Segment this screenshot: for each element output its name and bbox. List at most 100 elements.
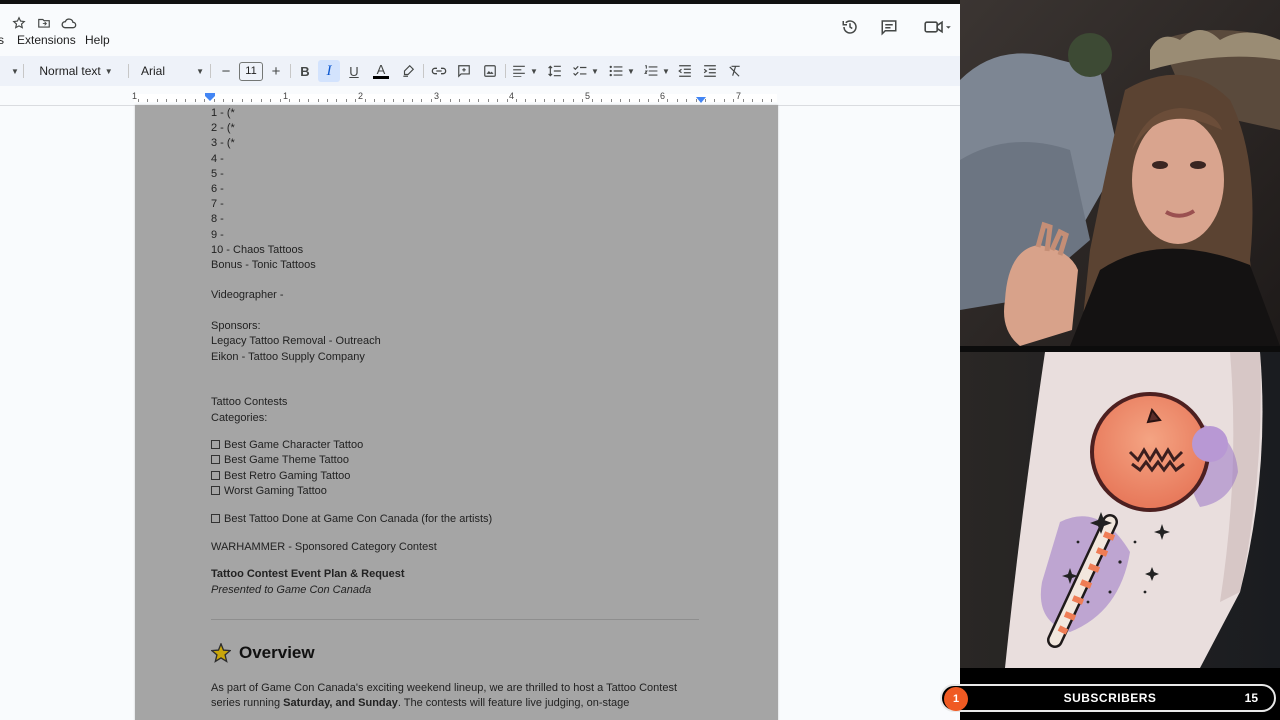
webcam-feed [960, 0, 1280, 346]
checkbox[interactable] [211, 455, 220, 464]
ruler-tick [336, 99, 337, 102]
ruler-tick [573, 99, 574, 102]
comment-icon[interactable] [878, 16, 900, 38]
decrease-font-size-button[interactable]: − [216, 56, 236, 86]
ruler-tick [497, 99, 498, 102]
ruler-tick [648, 99, 649, 102]
doc-line: 4 - [211, 153, 224, 165]
checkbox[interactable] [211, 486, 220, 495]
ruler-tick [365, 99, 366, 102]
doc-line: WARHAMMER - Sponsored Category Contest [211, 541, 437, 553]
bulleted-list-icon[interactable]: ▼ [606, 56, 638, 86]
align-icon[interactable]: ▼ [510, 56, 540, 86]
ruler-tick [223, 99, 224, 102]
paragraph-style-dropdown[interactable]: Normal text ▼ [30, 56, 122, 86]
ruler-tick [629, 99, 630, 102]
move-to-folder-icon[interactable] [35, 14, 53, 32]
checklist-item-label: Best Game Character Tattoo [224, 439, 364, 451]
toolbar-separator [505, 64, 506, 78]
toolbar-separator [290, 64, 291, 78]
checklist-item[interactable]: Best Game Theme Tattoo [211, 454, 349, 467]
menu-bar: s Extensions Help [0, 4, 960, 54]
subscribers-count: 15 [1244, 691, 1258, 705]
doc-line: 8 - [211, 213, 224, 225]
ruler-number: 1 [283, 91, 289, 101]
ruler-tick [412, 99, 413, 102]
highlight-icon[interactable] [397, 56, 419, 86]
meet-icon[interactable] [920, 16, 956, 38]
checkbox[interactable] [211, 440, 220, 449]
ruler-tick [440, 99, 441, 102]
menu-extensions[interactable]: Extensions [17, 33, 76, 47]
insert-image-icon[interactable] [479, 56, 501, 86]
font-dropdown[interactable]: Arial ▼ [134, 56, 204, 86]
ruler[interactable]: 1 1 2 3 4 5 6 7 [0, 88, 960, 106]
ruler-tick [355, 99, 356, 102]
right-indent-marker[interactable] [696, 97, 706, 103]
ruler-number: 3 [434, 91, 440, 101]
document-page[interactable]: 1 - (* 2 - (* 3 - (* 4 - 5 - 6 - 7 - 8 -… [135, 105, 778, 720]
increase-indent-icon[interactable] [699, 56, 721, 86]
checklist-item-label: Best Tattoo Done at Game Con Canada (for… [224, 513, 493, 525]
decrease-indent-icon[interactable] [674, 56, 696, 86]
doc-line: 3 - (* [211, 137, 235, 149]
menu-item-truncated[interactable]: s [0, 33, 4, 47]
ruler-tick [195, 99, 196, 102]
underline-button[interactable]: U [344, 56, 364, 86]
ruler-tick [667, 99, 668, 102]
subscriber-counter-bar: SUBSCRIBERS 1 15 [940, 684, 1276, 712]
ruler-tick [166, 99, 167, 102]
checklist-item[interactable]: Best Game Character Tattoo [211, 439, 363, 452]
checklist-item[interactable]: Best Retro Gaming Tattoo [211, 470, 350, 483]
left-indent-marker[interactable] [205, 93, 215, 101]
doc-paragraph-line: series running Saturday, and Sunday. The… [211, 697, 629, 710]
version-history-icon[interactable] [839, 16, 861, 38]
checklist-icon[interactable]: ▼ [570, 56, 602, 86]
line-spacing-icon[interactable] [544, 56, 566, 86]
increase-font-size-button[interactable]: + [266, 56, 286, 86]
google-docs-window: s Extensions Help ▼ Normal text ▼ Arial ▼ … [0, 0, 960, 720]
chevron-down-icon[interactable]: ▼ [6, 56, 20, 86]
text-run: series running [211, 697, 284, 709]
ruler-tick [374, 99, 375, 102]
clear-formatting-icon[interactable] [724, 56, 746, 86]
cloud-status-icon[interactable] [60, 14, 78, 32]
doc-line: Videographer - [211, 289, 284, 301]
ruler-tick [686, 99, 687, 102]
ruler-tick [469, 99, 470, 102]
ruler-tick [507, 99, 508, 102]
ruler-tick [611, 99, 612, 102]
ruler-tick [658, 99, 659, 102]
ruler-tick [232, 99, 233, 102]
font-size-input[interactable]: 11 [238, 56, 264, 86]
checklist-item[interactable]: Worst Gaming Tattoo [211, 485, 327, 498]
doc-line: Tattoo Contests [211, 396, 288, 408]
formatting-toolbar: ▼ Normal text ▼ Arial ▼ − 11 + B I U A ▼… [0, 56, 960, 86]
ruler-tick [157, 99, 158, 102]
font-size-value: 11 [239, 61, 263, 81]
ruler-tick [488, 99, 489, 102]
bold-button[interactable]: B [295, 56, 315, 86]
checklist-item[interactable]: Best Tattoo Done at Game Con Canada (for… [211, 513, 492, 526]
checkbox[interactable] [211, 514, 220, 523]
ruler-tick [176, 99, 177, 102]
numbered-list-icon[interactable]: ▼ [641, 56, 673, 86]
doc-line: Eikon - Tattoo Supply Company [211, 351, 365, 363]
link-icon[interactable] [428, 56, 450, 86]
ruler-tick [299, 99, 300, 102]
checkbox[interactable] [211, 471, 220, 480]
star-icon[interactable] [10, 14, 28, 32]
text-color-button[interactable]: A [370, 56, 392, 86]
add-comment-icon[interactable] [453, 56, 475, 86]
doc-line-italic: Presented to Game Con Canada [211, 584, 372, 596]
menu-help[interactable]: Help [85, 33, 110, 47]
ruler-tick [762, 99, 763, 102]
doc-line: 7 - [211, 198, 224, 210]
italic-button[interactable]: I [318, 60, 340, 82]
paragraph-style-value: Normal text [39, 64, 101, 78]
toolbar-separator [210, 64, 211, 78]
toolbar-separator [128, 64, 129, 78]
ruler-tick [535, 99, 536, 102]
doc-line: 2 - (* [211, 122, 235, 134]
ruler-tick [544, 99, 545, 102]
